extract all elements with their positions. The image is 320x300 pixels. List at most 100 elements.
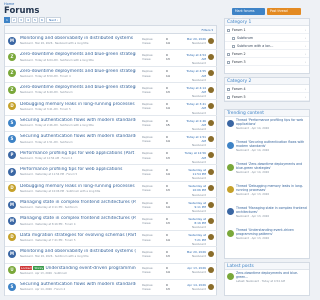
- forum-filter-item[interactable]: Subforum ›: [225, 34, 309, 42]
- checkbox[interactable]: [227, 52, 230, 56]
- thread-title-text[interactable]: Securing authentication flows with moder…: [20, 282, 136, 287]
- forum-filter-label[interactable]: Forum 1: [232, 28, 246, 32]
- last-poster-avatar[interactable]: [208, 234, 214, 241]
- thread-title-text[interactable]: Performance profiling tips for web appli…: [20, 167, 122, 172]
- last-poster-avatar[interactable]: [208, 267, 214, 274]
- checkbox[interactable]: [227, 87, 230, 91]
- thread-title-text[interactable]: Zero-downtime deployments and blue-green…: [20, 85, 136, 90]
- last-post-date[interactable]: Today at 4:14 AM: [183, 86, 206, 94]
- thread-row[interactable]: S Securing authentication flows with mode…: [5, 280, 217, 297]
- forum-filter-label[interactable]: Forum 2: [232, 52, 246, 56]
- thread-title-text[interactable]: Managing state in complex frontend archi…: [20, 200, 136, 205]
- thread-row[interactable]: S Securing authentication flows with mode…: [5, 116, 217, 133]
- expand-icon[interactable]: ›: [305, 58, 306, 66]
- last-poster-avatar[interactable]: [208, 185, 214, 192]
- thread-title-text[interactable]: Understanding event-driven programming p…: [45, 266, 136, 271]
- last-post-date[interactable]: Today at 4:55 AM: [183, 69, 206, 77]
- forum-filter-label[interactable]: Forum 4: [232, 87, 246, 91]
- thread-title-text[interactable]: Securing authentication flows with moder…: [20, 118, 136, 123]
- last-post[interactable]: Today at 3:41 AM Neoboard: [183, 102, 206, 115]
- last-post-user[interactable]: Neoboard: [183, 41, 206, 45]
- thread-row[interactable]: Z Zero-downtime deployments and blue-gree…: [5, 67, 217, 84]
- page-button[interactable]: 6: [39, 17, 45, 23]
- last-poster-avatar[interactable]: [208, 283, 214, 290]
- last-post-user[interactable]: Neoboard: [183, 61, 206, 65]
- avatar[interactable]: S: [8, 118, 16, 127]
- page-button[interactable]: 1: [4, 17, 10, 23]
- thread-row[interactable]: P Performance profiling tips for web appl…: [5, 149, 217, 166]
- last-post-date[interactable]: Today at 2:46 AM: [183, 119, 206, 127]
- checkbox[interactable]: [232, 36, 235, 40]
- thread-row[interactable]: M Managing state in complex frontend arch…: [5, 214, 217, 231]
- thread-title[interactable]: Performance profiling tips for web appli…: [20, 151, 136, 156]
- thread-title-text[interactable]: Performance profiling tips for web appli…: [20, 151, 136, 156]
- last-post-date[interactable]: Yesterday at 8:16 PM: [183, 217, 206, 225]
- thread-row[interactable]: U Locked Sticky Understanding event-driven …: [5, 264, 217, 280]
- avatar[interactable]: [227, 120, 234, 127]
- expand-icon[interactable]: ›: [305, 50, 306, 58]
- last-post-user[interactable]: Neoboard: [183, 254, 206, 258]
- last-post[interactable]: Yesterday at 11:54 PM Neoboard: [183, 168, 206, 181]
- avatar[interactable]: [227, 230, 234, 237]
- last-poster-avatar[interactable]: [208, 168, 214, 175]
- thread-row[interactable]: P Performance profiling tips for web appl…: [5, 165, 217, 182]
- checkbox[interactable]: [227, 28, 230, 32]
- last-post-user[interactable]: Neoboard: [183, 94, 206, 98]
- next-page-button[interactable]: Next ›: [46, 17, 62, 23]
- avatar[interactable]: Z: [8, 85, 16, 94]
- thread-title-text[interactable]: Monitoring and observability in distribu…: [20, 249, 136, 254]
- last-post-date[interactable]: Today at 1:51 AM: [183, 135, 206, 143]
- last-post[interactable]: Today at 2:46 AM Neoboard: [183, 119, 206, 132]
- thread-title-text[interactable]: Debugging memory leaks in long-running p…: [20, 184, 135, 189]
- page-button[interactable]: 3: [18, 17, 24, 23]
- thread-title[interactable]: Locked Sticky Understanding event-driven p…: [20, 265, 136, 271]
- last-poster-avatar[interactable]: [208, 250, 214, 257]
- last-post-user[interactable]: Neoboard: [183, 209, 206, 213]
- last-poster-avatar[interactable]: [208, 53, 214, 60]
- thread-row[interactable]: M Monitoring and observability in distrib…: [5, 34, 217, 51]
- thread-title-text[interactable]: Monitoring and observability in distribu…: [20, 36, 133, 41]
- thread-title[interactable]: Securing authentication flows with moder…: [20, 282, 136, 287]
- last-post-date[interactable]: Today at 12:56 AM: [183, 151, 206, 159]
- thread-row[interactable]: S Securing authentication flows with mode…: [5, 132, 217, 149]
- avatar[interactable]: U: [8, 266, 16, 275]
- last-post-user[interactable]: Neoboard: [183, 270, 206, 274]
- thread-title-text[interactable]: Zero-downtime deployments and blue-green…: [20, 52, 136, 57]
- last-post-user[interactable]: Neoboard: [183, 242, 206, 246]
- thread-title[interactable]: Securing authentication flows with moder…: [20, 118, 136, 123]
- avatar[interactable]: P: [8, 167, 16, 176]
- thread-row[interactable]: D Debugging memory leaks in long-running …: [5, 182, 217, 198]
- latest-post-item[interactable]: Zero-downtime deployments and blue-green…: [225, 270, 309, 292]
- avatar[interactable]: [227, 164, 234, 171]
- last-post[interactable]: Apr 13, 2026 Neoboard: [183, 266, 206, 274]
- last-post[interactable]: Yesterday at 8:16 PM Neoboard: [183, 217, 206, 230]
- avatar[interactable]: D: [8, 233, 16, 242]
- expand-icon[interactable]: ›: [305, 93, 306, 101]
- thread-row[interactable]: Z Zero-downtime deployments and blue-gree…: [5, 50, 217, 67]
- avatar[interactable]: M: [8, 216, 16, 225]
- last-poster-avatar[interactable]: [208, 152, 214, 159]
- mark-forums-read-button[interactable]: Mark forums read: [232, 8, 265, 20]
- thread-title[interactable]: Zero-downtime deployments and blue-green…: [20, 69, 136, 74]
- last-post[interactable]: Mar 20, 2026 Neoboard: [183, 250, 206, 258]
- thread-title[interactable]: Data migration strategies for evolving s…: [20, 233, 136, 238]
- page-button[interactable]: 5: [32, 17, 38, 23]
- expand-icon[interactable]: ›: [305, 34, 306, 42]
- avatar[interactable]: Z: [8, 52, 16, 61]
- category-2-title[interactable]: Category 2: [225, 78, 309, 85]
- forum-filter-item[interactable]: Forum 5 ›: [225, 93, 309, 101]
- last-poster-avatar[interactable]: [208, 70, 214, 77]
- avatar[interactable]: [227, 273, 234, 280]
- last-poster-avatar[interactable]: [208, 217, 214, 224]
- thread-row[interactable]: Z Zero-downtime deployments and blue-gree…: [5, 83, 217, 100]
- last-post-user[interactable]: Neoboard: [183, 287, 206, 291]
- avatar[interactable]: [227, 186, 234, 193]
- last-post-date[interactable]: Yesterday at 10:06 PM: [183, 184, 206, 192]
- checkbox[interactable]: [227, 60, 230, 64]
- thread-title-text[interactable]: Debugging memory leaks in long-running p…: [20, 102, 136, 107]
- last-post-user[interactable]: Neoboard: [183, 176, 206, 180]
- forum-filter-item[interactable]: Forum 1 ›: [225, 26, 309, 34]
- last-post[interactable]: Today at 12:56 AM Neoboard: [183, 151, 206, 164]
- thread-title[interactable]: Debugging memory leaks in long-running p…: [20, 102, 136, 107]
- trending-item[interactable]: Thread 'Zero-downtime deployments and bl…: [225, 161, 309, 183]
